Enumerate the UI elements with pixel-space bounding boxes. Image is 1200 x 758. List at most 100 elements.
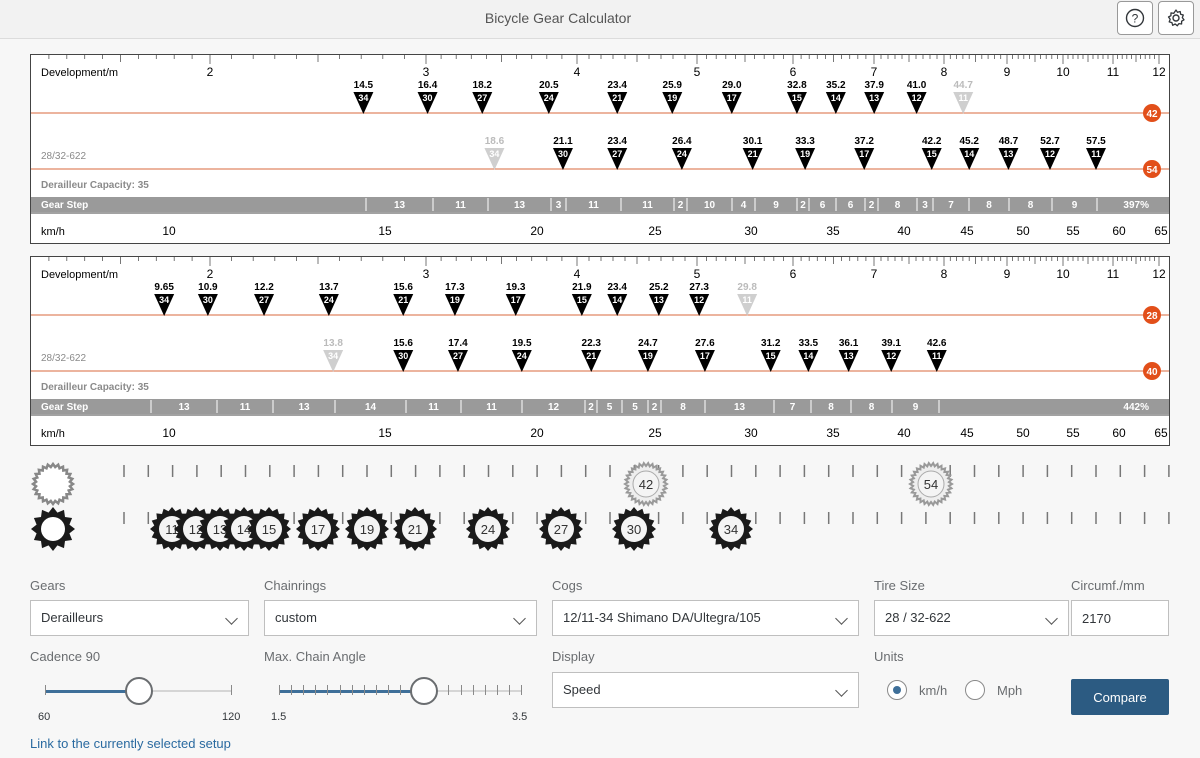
slider-tick <box>508 685 510 695</box>
gear-cog-label: 11 <box>742 295 752 305</box>
gear-cog-label: 12 <box>912 93 922 103</box>
gear-speed-label: 18.6 <box>485 136 505 147</box>
gear-speed-label: 25.9 <box>663 80 683 91</box>
speed-tick-label: 45 <box>960 426 974 440</box>
gear-step-value: 8 <box>895 200 901 211</box>
slider-tick <box>231 685 232 695</box>
speed-tick-label: 35 <box>826 224 840 238</box>
gear-speed-label: 25.2 <box>649 282 669 293</box>
slider-tick <box>484 685 486 695</box>
gear-step-value: 13 <box>178 402 190 413</box>
gear-speed-label: 23.4 <box>608 80 628 91</box>
gears-select[interactable]: Derailleurs <box>30 600 249 636</box>
gear-speed-label: 20.5 <box>539 80 559 91</box>
gear-cog-label: 21 <box>398 295 408 305</box>
gear-cog-label: 24 <box>544 93 554 103</box>
dev-tick-label: 10 <box>1056 65 1070 79</box>
chainrings-select-value: custom <box>275 610 317 625</box>
gear-cog-label: 21 <box>612 93 622 103</box>
chain-angle-slider-handle[interactable] <box>410 677 439 705</box>
gear-step-bar <box>31 399 1169 414</box>
display-select-value: Speed <box>563 682 601 697</box>
cogs-select-value: 12/11-34 Shimano DA/Ultegra/105 <box>563 610 761 625</box>
gear-cog-label: 13 <box>844 351 854 361</box>
slider-tick <box>291 685 293 695</box>
gear-cog-label: 13 <box>654 295 664 305</box>
gear-chart-panel-1: Development/m 2 3 4 5 6 7 8 9 10 11 12 42 14.5 34 16.4 3… <box>30 54 1170 244</box>
cassette-reference-hole <box>41 517 65 541</box>
chainrings-select[interactable]: custom <box>264 600 537 636</box>
gear-cog-label: 24 <box>517 351 527 361</box>
speed-tick-label: 10 <box>162 224 176 238</box>
development-label: Development/m <box>41 67 118 79</box>
speed-tick-label: 40 <box>897 426 911 440</box>
chevron-down-icon <box>1045 612 1058 625</box>
svg-text:?: ? <box>1132 12 1139 26</box>
gear-step-value: 11 <box>642 200 653 211</box>
gear-cog-label: 12 <box>886 351 896 361</box>
gear-speed-label: 30.1 <box>743 136 763 147</box>
cadence-max: 120 <box>222 711 241 723</box>
help-button[interactable]: ? <box>1117 1 1153 35</box>
dev-tick-label: 5 <box>694 267 701 281</box>
cog-gear-label: 19 <box>360 522 374 537</box>
gear-cog-label: 11 <box>932 351 942 361</box>
gear-step-value: 11 <box>588 200 599 211</box>
settings-button[interactable] <box>1158 1 1194 35</box>
gear-speed-label: 24.7 <box>638 338 658 349</box>
circumference-label: Circumf./mm <box>1071 578 1145 593</box>
circumference-input[interactable] <box>1071 600 1169 636</box>
speed-tick-label: 25 <box>648 224 662 238</box>
gear-speed-label: 37.9 <box>864 80 884 91</box>
units-radio-mph[interactable] <box>965 680 985 700</box>
gear-speed-label: 44.7 <box>953 80 973 91</box>
gear-step-bar <box>31 197 1169 212</box>
gear-speed-label: 33.5 <box>799 338 819 349</box>
cogs-select[interactable]: 12/11-34 Shimano DA/Ultegra/105 <box>552 600 859 636</box>
gear-speed-label: 17.4 <box>448 338 468 349</box>
gear-step-value: 11 <box>428 402 439 413</box>
display-select[interactable]: Speed <box>552 672 859 708</box>
chainring-gear-label: 42 <box>639 477 653 492</box>
gear-step-value: 3 <box>556 200 562 211</box>
chain-angle-label: Max. Chain Angle <box>264 649 366 664</box>
tire-size-select[interactable]: 28 / 32-622 <box>874 600 1069 636</box>
speed-tick-label: 50 <box>1016 224 1030 238</box>
tire-size-select-value: 28 / 32-622 <box>885 610 951 625</box>
gear-cog-label: 30 <box>558 149 568 159</box>
gear-cog-label: 24 <box>324 295 334 305</box>
units-radio-kmh[interactable] <box>887 680 907 700</box>
cadence-slider-handle[interactable] <box>124 677 153 705</box>
slider-tick <box>387 685 389 695</box>
gear-cog-label: 30 <box>203 295 213 305</box>
gear-cog-label: 19 <box>643 351 653 361</box>
setup-link[interactable]: Link to the currently selected setup <box>30 736 231 751</box>
dev-tick-label: 11 <box>1107 267 1120 281</box>
gear-cog-label: 13 <box>869 93 879 103</box>
gears-select-value: Derailleurs <box>41 610 104 625</box>
gear-speed-label: 16.4 <box>418 80 438 91</box>
dev-tick-label: 12 <box>1152 267 1166 281</box>
dev-tick-label: 6 <box>790 65 797 79</box>
gear-cog-label: 30 <box>423 93 433 103</box>
cadence-slider[interactable] <box>45 677 232 705</box>
gear-step-value: 11 <box>455 200 466 211</box>
gear-step-value: 7 <box>948 200 954 211</box>
gear-step-value: 8 <box>869 402 875 413</box>
gear-step-value: 10 <box>704 200 716 211</box>
tire-label: 28/32-622 <box>41 353 86 364</box>
gear-step-total: 397% <box>1123 200 1149 211</box>
gear-cog-label: 27 <box>612 149 622 159</box>
gear-speed-label: 41.0 <box>907 80 927 91</box>
gear-step-value: 9 <box>773 200 779 211</box>
compare-button[interactable]: Compare <box>1071 679 1169 715</box>
chevron-down-icon <box>835 684 848 697</box>
chain-angle-slider[interactable] <box>279 677 522 705</box>
speed-unit-label: km/h <box>41 226 65 238</box>
gear-step-value: 5 <box>632 402 638 413</box>
dev-tick-label: 4 <box>574 267 581 281</box>
gear-speed-label: 17.3 <box>445 282 465 293</box>
gear-cog-label: 24 <box>677 149 687 159</box>
gear-step-value: 12 <box>548 402 560 413</box>
gear-speed-label: 27.6 <box>695 338 715 349</box>
